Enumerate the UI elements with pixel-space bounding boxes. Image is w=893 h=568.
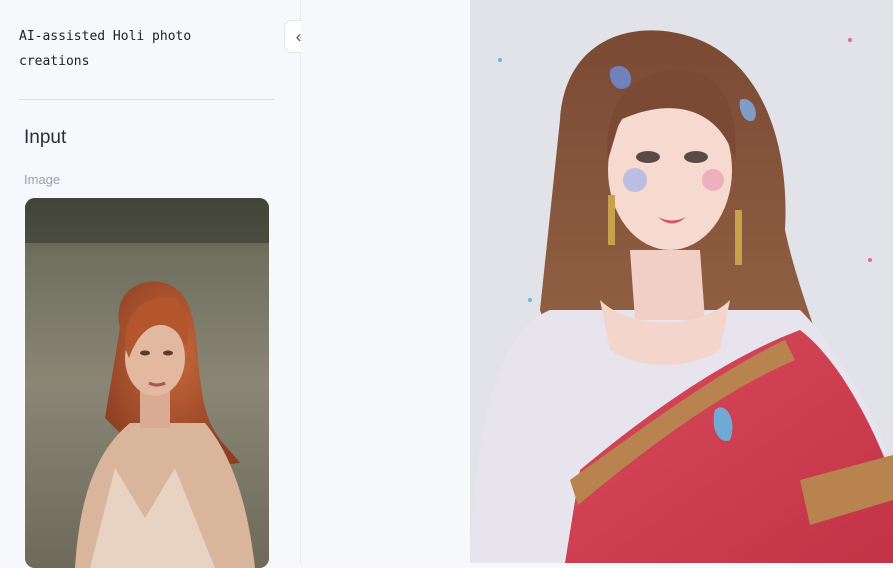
input-image-upload[interactable]: [25, 198, 269, 568]
output-image: [470, 0, 893, 563]
main-panel-blank: [301, 0, 470, 563]
image-field-label: Image: [24, 172, 61, 187]
input-photo: [25, 198, 269, 568]
app-title: AI-assisted Holi photo creations: [19, 29, 192, 69]
sidebar-divider: [19, 99, 274, 100]
output-photo: [470, 0, 893, 563]
input-section-title: Input: [24, 127, 67, 148]
sidebar: AI-assisted Holi photo creations Input I…: [0, 0, 301, 568]
